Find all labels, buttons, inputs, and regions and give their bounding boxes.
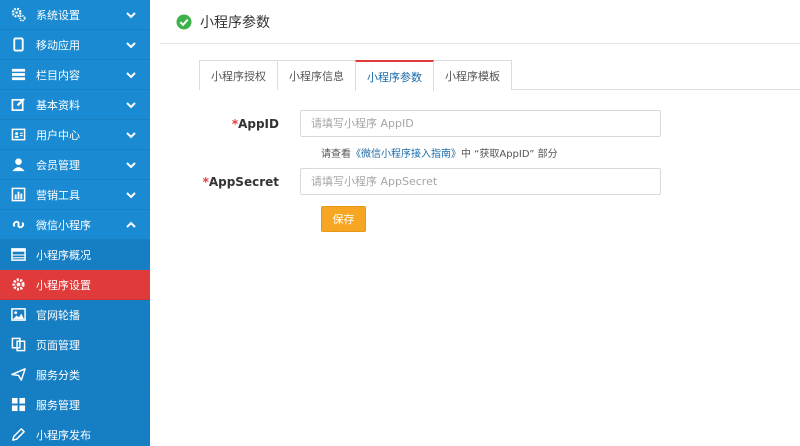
sidebar-item-column-content[interactable]: 栏目内容: [0, 60, 150, 90]
pencil-icon: [10, 427, 26, 443]
sidebar-item-label: 服务管理: [36, 398, 80, 412]
copy-icon: [10, 337, 26, 353]
gear-icon: [10, 277, 26, 293]
chevron-down-icon: [126, 132, 136, 139]
sidebar-item-service-management[interactable]: 服务管理: [0, 390, 150, 420]
sidebar-item-label: 服务分类: [36, 368, 80, 382]
appid-help-text: 请查看《微信小程序接入指南》中 “获取AppID” 部分: [321, 149, 558, 160]
sidebar-item-label: 官网轮播: [36, 308, 80, 322]
sidebar-item-label: 微信小程序: [36, 218, 91, 232]
sidebar-item-label: 用户中心: [36, 128, 80, 142]
check-circle-icon: [176, 14, 192, 29]
chevron-down-icon: [126, 192, 136, 199]
appid-row: *AppID: [160, 110, 661, 137]
grid-icon: [10, 397, 26, 413]
sidebar-item-label: 小程序概况: [36, 248, 91, 262]
chevron-down-icon: [126, 102, 136, 109]
sidebar-item-member-management[interactable]: 会员管理: [0, 150, 150, 180]
appsecret-row: *AppSecret: [160, 168, 661, 195]
tab-mini-program-auth[interactable]: 小程序授权: [199, 60, 278, 90]
sidebar-item-user-center[interactable]: 用户中心: [0, 120, 150, 150]
sidebar-item-basic-info[interactable]: 基本资料: [0, 90, 150, 120]
chevron-down-icon: [126, 12, 136, 19]
mobile-icon: [10, 37, 26, 53]
gears-icon: [10, 7, 26, 23]
appsecret-input[interactable]: [300, 168, 661, 195]
sidebar-item-mini-program-overview[interactable]: 小程序概况: [0, 240, 150, 270]
bar-chart-icon: [10, 187, 26, 203]
send-icon: [10, 367, 26, 383]
tab-bar: 小程序授权 小程序信息 小程序参数 小程序模板: [199, 60, 800, 91]
sidebar: 系统设置 移动应用 栏目内容 基本资料 用户中心 会员管理 营销工具 微信小程序…: [0, 0, 150, 446]
tab-mini-program-template[interactable]: 小程序模板: [433, 60, 512, 90]
sidebar-item-label: 移动应用: [36, 38, 80, 52]
main-content: 小程序参数 小程序授权 小程序信息 小程序参数 小程序模板 *AppID 请查看…: [160, 0, 800, 446]
sidebar-item-system-settings[interactable]: 系统设置: [0, 0, 150, 30]
sidebar-item-mini-program-settings[interactable]: 小程序设置: [0, 270, 150, 300]
sidebar-item-label: 页面管理: [36, 338, 80, 352]
guide-link[interactable]: 《微信小程序接入指南》: [351, 149, 461, 160]
sidebar-item-mini-program-publish[interactable]: 小程序发布: [0, 420, 150, 446]
page-header: 小程序参数: [160, 0, 800, 44]
save-button[interactable]: 保存: [321, 206, 366, 232]
appsecret-label: *AppSecret: [202, 174, 279, 189]
appid-input[interactable]: [300, 110, 661, 137]
page-title: 小程序参数: [200, 14, 270, 31]
mini-program-icon: [10, 217, 26, 233]
edit-icon: [10, 97, 26, 113]
sidebar-item-website-carousel[interactable]: 官网轮播: [0, 300, 150, 330]
sidebar-item-label: 营销工具: [36, 188, 80, 202]
sidebar-item-label: 基本资料: [36, 98, 80, 112]
list-icon: [10, 67, 26, 83]
sidebar-item-label: 会员管理: [36, 158, 80, 172]
sidebar-item-label: 小程序发布: [36, 428, 91, 442]
tab-mini-program-info[interactable]: 小程序信息: [277, 60, 356, 90]
sidebar-item-service-categories[interactable]: 服务分类: [0, 360, 150, 390]
sidebar-item-mobile-apps[interactable]: 移动应用: [0, 30, 150, 60]
chevron-down-icon: [126, 72, 136, 79]
tab-mini-program-params[interactable]: 小程序参数: [355, 60, 434, 91]
image-icon: [10, 307, 26, 323]
appid-label: *AppID: [231, 116, 279, 131]
sidebar-item-label: 栏目内容: [36, 68, 80, 82]
chevron-down-icon: [126, 162, 136, 169]
chevron-down-icon: [126, 42, 136, 49]
user-icon: [10, 157, 26, 173]
chevron-up-icon: [126, 221, 136, 228]
user-card-icon: [10, 127, 26, 143]
table-icon: [10, 247, 26, 263]
sidebar-item-marketing-tools[interactable]: 营销工具: [0, 180, 150, 210]
sidebar-item-label: 系统设置: [36, 8, 80, 22]
sidebar-item-label: 小程序设置: [36, 278, 91, 292]
sidebar-item-page-management[interactable]: 页面管理: [0, 330, 150, 360]
sidebar-item-wechat-mini-program[interactable]: 微信小程序: [0, 210, 150, 240]
